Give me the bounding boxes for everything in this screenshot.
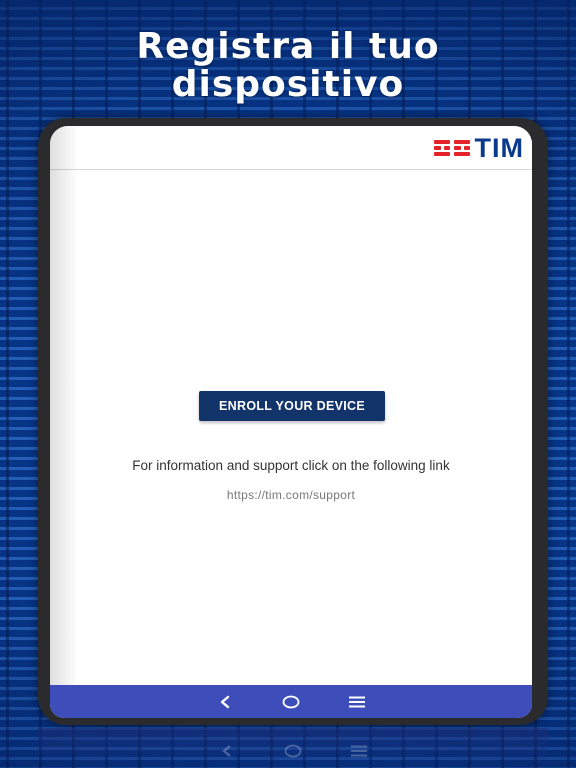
app-bar: TIM — [50, 126, 532, 170]
android-navigation-bar — [50, 685, 532, 718]
tim-logo: TIM — [433, 133, 525, 163]
reflection-back-icon — [194, 734, 260, 767]
phone-reflection — [38, 728, 548, 768]
support-link[interactable]: https://tim.com/support — [50, 488, 532, 502]
nav-home-button[interactable] — [258, 685, 324, 718]
reflection-nav-icons — [38, 734, 548, 767]
support-info-text: For information and support click on the… — [132, 458, 450, 473]
headline-line-2: dispositivo — [171, 64, 405, 105]
promo-headline: Registra il tuo dispositivo — [0, 28, 576, 104]
nav-back-button[interactable] — [192, 685, 258, 718]
home-icon — [282, 695, 300, 708]
reflection-home-icon — [260, 734, 326, 767]
tim-logo-text: TIM — [474, 133, 524, 163]
back-icon — [220, 695, 230, 708]
recents-icon — [349, 696, 365, 707]
reflection-recents-icon — [326, 734, 392, 767]
enroll-device-button[interactable]: ENROLL YOUR DEVICE — [199, 391, 385, 421]
nav-recents-button[interactable] — [324, 685, 390, 718]
screen-edge-shading — [50, 126, 78, 718]
phone-screen: TIM ENROLL YOUR DEVICE For information a… — [50, 126, 532, 718]
headline-line-1: Registra il tuo — [136, 26, 440, 67]
phone-frame: TIM ENROLL YOUR DEVICE For information a… — [38, 118, 548, 725]
tim-logo-mark-icon — [433, 137, 470, 159]
